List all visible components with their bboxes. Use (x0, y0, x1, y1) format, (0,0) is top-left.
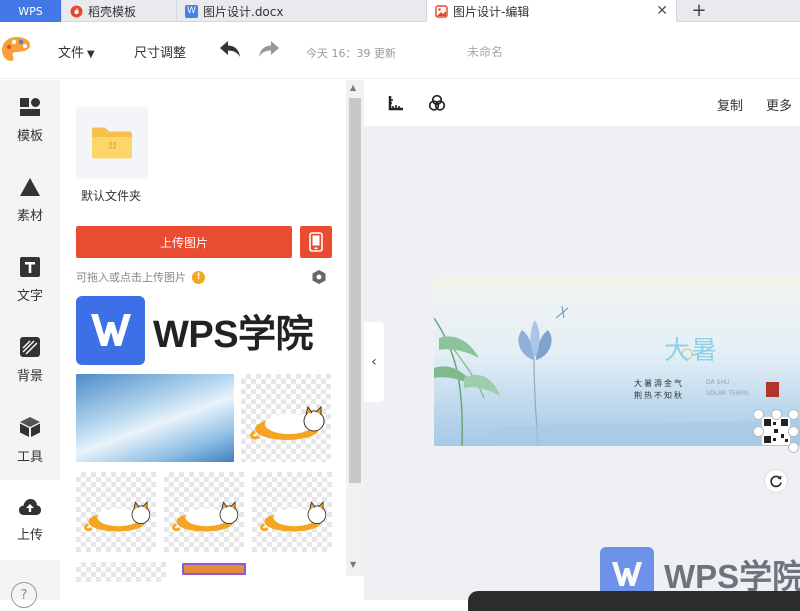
sleeping-cat-icon (260, 501, 327, 532)
rail-label: 素材 (16, 208, 43, 224)
rotate-button[interactable] (764, 469, 788, 493)
undo-icon[interactable] (218, 38, 242, 64)
rail-label: 工具 (16, 449, 43, 465)
uploaded-wps-logo[interactable]: WPS学院 (76, 295, 330, 365)
background-stripes-icon (20, 336, 40, 357)
scroll-up-icon[interactable]: ▲ (350, 83, 356, 92)
tab-bar: WPS 稻壳模板 W 图片设计.docx 图片设计-编辑 ✕ + (0, 0, 800, 22)
panel-scrollbar[interactable]: ▲ ▼ (346, 80, 364, 576)
resize-handle[interactable] (788, 409, 799, 420)
rail-item-upload[interactable]: 上传 (0, 480, 60, 560)
sleeping-cat-icon (250, 405, 325, 440)
tab-docx[interactable]: W 图片设计.docx (177, 0, 427, 22)
palette-logo-icon[interactable] (0, 34, 34, 68)
uploaded-cat-thumb[interactable] (164, 472, 244, 552)
poster-poem-line: 荆热不知秋 (634, 391, 684, 400)
file-menu-label: 文件 (58, 46, 85, 61)
rail-item-text[interactable]: 文字 (0, 240, 60, 320)
new-tab-plus-icon[interactable]: + (677, 0, 721, 21)
resize-menu[interactable]: 尺寸调整 (134, 42, 186, 61)
default-folder-tile[interactable] (76, 107, 148, 179)
uploaded-cat-thumb[interactable] (241, 374, 331, 462)
rotate-icon (770, 475, 782, 488)
ruler-icon[interactable] (388, 95, 404, 115)
folder-icon (92, 127, 132, 159)
wps-logo-text: WPS学院 (153, 313, 314, 356)
rail-item-background[interactable]: 背景 (0, 320, 60, 400)
color-layers-icon[interactable] (428, 94, 446, 116)
rail-label: 模板 (16, 128, 43, 144)
red-seal-stamp (766, 382, 779, 397)
tab-docer-templates[interactable]: 稻壳模板 (62, 0, 177, 22)
bottom-floating-bar[interactable] (468, 591, 800, 611)
redo-icon[interactable] (257, 38, 281, 64)
uploaded-image-thumb[interactable] (76, 562, 166, 582)
save-status: 今天 16：39 更新 (306, 47, 396, 60)
rail-item-templates[interactable]: 模板 (0, 80, 60, 160)
drop-hint-text: 可拖入或点击上传图片 (76, 271, 186, 284)
sleeping-cat-icon (172, 501, 239, 532)
resize-handle[interactable] (753, 426, 764, 437)
file-menu[interactable]: 文件 ▼ (58, 42, 95, 61)
selected-qr-code[interactable] (753, 409, 799, 453)
rail-label: 文字 (16, 288, 43, 304)
tab-wps-label: WPS (18, 4, 43, 18)
phone-upload-button[interactable] (300, 226, 332, 258)
resize-handle[interactable] (771, 409, 782, 420)
wps-w-logo-icon (76, 295, 145, 365)
poster-title: 大暑 (664, 336, 719, 366)
uploaded-cat-thumb[interactable] (76, 472, 156, 552)
help-icon[interactable]: ? (11, 582, 37, 608)
rail-label: 上传 (16, 527, 43, 543)
cube-tool-icon (20, 416, 40, 437)
uploaded-blue-gradient-thumb[interactable] (76, 374, 234, 462)
uploaded-banner-thumb[interactable] (182, 563, 246, 575)
canvas-toolbar: 复制 更多 (364, 80, 800, 126)
template-grid-icon (20, 97, 40, 116)
mobile-phone-icon (309, 232, 323, 252)
resize-handle[interactable] (788, 426, 799, 437)
uploaded-cat-thumb[interactable] (252, 472, 332, 552)
text-t-icon (20, 256, 40, 277)
resize-handle[interactable] (753, 409, 764, 420)
docer-flame-icon (70, 5, 83, 18)
resize-handle[interactable] (788, 442, 799, 453)
poster-english-line: SOLAR TERMS (706, 390, 749, 397)
folder-label: 默认文件夹 (81, 189, 142, 203)
left-rail: 模板 素材 文字 背景 工具 上传 ? (0, 80, 60, 608)
close-icon[interactable]: ✕ (656, 3, 668, 19)
tab-label: 稻壳模板 (88, 4, 137, 19)
lotus-illustration (434, 305, 800, 446)
warning-icon[interactable]: ! (192, 270, 205, 284)
chevron-left-icon: ‹ (371, 354, 377, 370)
tab-label: 图片设计.docx (203, 4, 284, 19)
tab-picture-edit[interactable]: 图片设计-编辑 ✕ (427, 0, 677, 22)
upload-panel: 默认文件夹 上传图片 可拖入或点击上传图片 ! WPS学院 (60, 80, 346, 600)
scroll-thumb[interactable] (349, 98, 361, 483)
drop-hint: 可拖入或点击上传图片 ! (76, 269, 205, 285)
tab-wps[interactable]: WPS (0, 0, 62, 22)
upload-image-button[interactable]: 上传图片 (76, 226, 292, 258)
rail-item-tools[interactable]: 工具 (0, 400, 60, 480)
scroll-down-icon[interactable]: ▼ (350, 560, 356, 569)
collapse-panel-button[interactable]: ‹ (364, 322, 384, 402)
picture-design-icon (435, 4, 448, 18)
caret-down-icon: ▼ (87, 49, 95, 60)
top-toolbar: 文件 ▼ 尺寸调整 今天 16：39 更新 未命名 (0, 23, 800, 79)
cloud-upload-icon (19, 498, 41, 515)
rail-item-materials[interactable]: 素材 (0, 160, 60, 240)
poster-english-line: DA SHU (706, 379, 730, 386)
sleeping-cat-icon (84, 501, 151, 532)
design-canvas: 复制 更多 ‹ 大暑 大暑溽金气 荆热不知秋 DA SHU SOLAR TERM… (364, 80, 800, 611)
poster-poem-line: 大暑溽金气 (634, 379, 684, 388)
word-doc-icon: W (185, 4, 198, 18)
poster-artboard[interactable]: 大暑 大暑溽金气 荆热不知秋 DA SHU SOLAR TERMS (434, 278, 800, 446)
document-name[interactable]: 未命名 (467, 43, 503, 60)
copy-button[interactable]: 复制 (717, 95, 743, 114)
triangle-shape-icon (20, 177, 40, 196)
more-button[interactable]: 更多 (766, 95, 792, 114)
tab-label: 图片设计-编辑 (453, 4, 530, 19)
rail-label: 背景 (16, 368, 43, 384)
settings-hexagon-icon[interactable] (311, 269, 327, 289)
